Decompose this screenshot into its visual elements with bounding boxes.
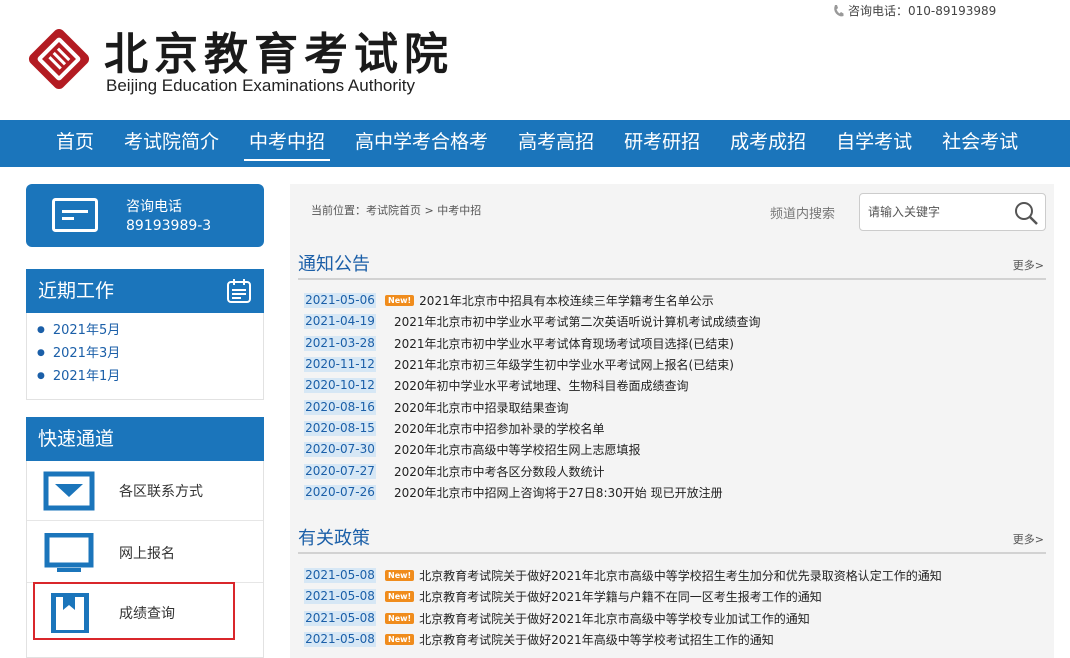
nav-home[interactable]: 首页 — [41, 120, 109, 167]
nav-high-school-exam[interactable]: 高中学考合格考 — [340, 120, 503, 167]
notice-list: 2021-05-06 New! 2021年北京市中招具有本校连续三年学籍考生名单… — [304, 290, 1044, 503]
logo-english-text: Beijing Education Examinations Authority — [106, 76, 416, 95]
nav-zhongkao[interactable]: 中考中招 — [234, 120, 340, 167]
list-item[interactable]: 2021-04-19 2021年北京市初中学业水平考试第二次英语听说计算机考试成… — [304, 311, 1044, 332]
quick-access-header: 快速通道 — [26, 417, 264, 461]
quick-item-online-registration[interactable]: 网上报名 — [27, 523, 263, 583]
highlight-box — [33, 582, 235, 640]
recent-work-item[interactable]: 2021年5月 — [27, 319, 263, 342]
hotline: 咨询电话：010-89193989 — [832, 2, 996, 19]
news-title[interactable]: 北京教育考试院关于做好2021年学籍与户籍不在同一区考生报考工作的通知 — [419, 588, 822, 605]
calendar-icon — [227, 279, 251, 303]
consult-phone-box: 咨询电话 89193989-3 — [26, 184, 264, 247]
logo-icon[interactable] — [24, 24, 94, 94]
news-title[interactable]: 北京教育考试院关于做好2021年北京市高级中等学校专业加试工作的通知 — [419, 610, 810, 627]
quick-access-title: 快速通道 — [38, 428, 115, 450]
notice-more-link[interactable]: 更多> — [1013, 257, 1044, 273]
nav-graduate-exam[interactable]: 研考研招 — [609, 120, 715, 167]
phone-label: 咨询电话 — [126, 199, 182, 215]
new-badge: New! — [385, 295, 415, 307]
list-item[interactable]: 2021-05-08 New! 北京教育考试院关于做好2021年高级中等学校考试… — [304, 629, 1044, 650]
news-date: 2021-05-08 — [304, 568, 376, 584]
hotline-text: 咨询电话：010-89193989 — [848, 4, 997, 18]
new-badge: New! — [385, 612, 415, 624]
recent-work-item[interactable]: 2021年1月 — [27, 365, 263, 388]
list-item[interactable]: 2021-03-28 2021年北京市初中学业水平考试体育现场考试项目选择(已结… — [304, 333, 1044, 354]
logo-chinese-text: 北京教育考试院 — [104, 29, 454, 80]
list-item[interactable]: 2020-07-27 2020年北京市中考各区分数段人数统计 — [304, 460, 1044, 481]
new-badge: New! — [385, 634, 415, 646]
recent-work-list: 2021年5月 2021年3月 2021年1月 — [26, 313, 264, 400]
news-title[interactable]: 2021年北京市初三年级学生初中学业水平考试网上报名(已结束) — [394, 356, 734, 373]
nav-gaokao[interactable]: 高考高招 — [503, 120, 609, 167]
new-badge: New! — [385, 591, 415, 603]
quick-item-district-contacts[interactable]: 各区联系方式 — [27, 461, 263, 521]
news-title[interactable]: 2021年北京市中招具有本校连续三年学籍考生名单公示 — [419, 292, 714, 309]
recent-work-header: 近期工作 — [26, 269, 264, 313]
news-title[interactable]: 2020年初中学业水平考试地理、生物科目卷面成绩查询 — [394, 377, 689, 394]
news-date: 2020-11-12 — [304, 357, 376, 373]
search-label: 频道内搜索 — [770, 207, 836, 222]
envelope-icon — [43, 471, 95, 511]
nav-adult-exam[interactable]: 成考成招 — [715, 120, 821, 167]
divider — [298, 278, 1046, 280]
news-title[interactable]: 2021年北京市初中学业水平考试体育现场考试项目选择(已结束) — [394, 335, 734, 352]
list-item[interactable]: 2020-11-12 2021年北京市初三年级学生初中学业水平考试网上报名(已结… — [304, 354, 1044, 375]
new-badge: New! — [385, 570, 415, 582]
news-date: 2020-07-27 — [304, 463, 376, 479]
list-item[interactable]: 2020-08-16 2020年北京市中招录取结果查询 — [304, 396, 1044, 417]
phone-icon — [834, 4, 844, 16]
news-date: 2021-05-08 — [304, 610, 376, 626]
nav-self-study-exam[interactable]: 自学考试 — [821, 120, 927, 167]
news-title[interactable]: 2020年北京市高级中等学校招生网上志愿填报 — [394, 441, 641, 458]
phone-card-icon — [52, 198, 98, 232]
search-icon[interactable] — [1013, 200, 1039, 226]
main-content: 当前位置：考试院首页 > 中考中招 频道内搜索 通知公告 更多> 2021-05… — [290, 184, 1054, 658]
news-date: 2021-05-08 — [304, 632, 376, 648]
main-nav: 首页 考试院简介 中考中招 高中学考合格考 高考高招 研考研招 成考成招 自学考… — [0, 120, 1070, 167]
news-title[interactable]: 北京教育考试院关于做好2021年北京市高级中等学校招生考生加分和优先录取资格认定… — [419, 567, 942, 584]
list-item[interactable]: 2020-07-30 2020年北京市高级中等学校招生网上志愿填报 — [304, 439, 1044, 460]
policy-section-title[interactable]: 有关政策 — [298, 524, 370, 550]
news-title[interactable]: 2020年北京市中招录取结果查询 — [394, 399, 569, 416]
site-header: 北京教育考试院 Beijing Education Examinations A… — [0, 0, 1070, 120]
news-date: 2021-05-08 — [304, 589, 376, 605]
news-date: 2021-03-28 — [304, 335, 376, 351]
news-title[interactable]: 2021年北京市初中学业水平考试第二次英语听说计算机考试成绩查询 — [394, 313, 761, 330]
monitor-icon — [44, 533, 94, 572]
phone-number: 89193989-3 — [126, 218, 212, 234]
nav-about[interactable]: 考试院简介 — [109, 120, 234, 167]
news-date: 2021-04-19 — [304, 314, 376, 330]
list-item[interactable]: 2020-08-15 2020年北京市中招参加补录的学校名单 — [304, 418, 1044, 439]
quick-item-label: 各区联系方式 — [119, 484, 203, 500]
recent-work-item[interactable]: 2021年3月 — [27, 342, 263, 365]
news-title[interactable]: 2020年北京市中招参加补录的学校名单 — [394, 420, 605, 437]
news-date: 2020-08-16 — [304, 399, 376, 415]
news-date: 2021-05-06 — [304, 293, 376, 309]
news-title[interactable]: 北京教育考试院关于做好2021年高级中等学校考试招生工作的通知 — [419, 631, 774, 648]
list-item[interactable]: 2021-05-08 New! 北京教育考试院关于做好2021年学籍与户籍不在同… — [304, 586, 1044, 607]
search-input[interactable] — [868, 203, 1008, 221]
nav-social-exam[interactable]: 社会考试 — [927, 120, 1033, 167]
quick-item-label: 网上报名 — [119, 546, 175, 562]
list-item[interactable]: 2021-05-08 New! 北京教育考试院关于做好2021年北京市高级中等学… — [304, 608, 1044, 629]
news-date: 2020-10-12 — [304, 378, 376, 394]
search-box — [859, 193, 1046, 231]
list-item[interactable]: 2020-07-26 2020年北京市中招网上咨询将于27日8:30开始 现已开… — [304, 482, 1044, 503]
notice-section-title[interactable]: 通知公告 — [298, 250, 370, 276]
news-title[interactable]: 2020年北京市中考各区分数段人数统计 — [394, 463, 605, 480]
news-date: 2020-07-30 — [304, 442, 376, 458]
policy-more-link[interactable]: 更多> — [1013, 531, 1044, 547]
news-date: 2020-08-15 — [304, 420, 376, 436]
list-item[interactable]: 2020-10-12 2020年初中学业水平考试地理、生物科目卷面成绩查询 — [304, 375, 1044, 396]
list-item[interactable]: 2021-05-06 New! 2021年北京市中招具有本校连续三年学籍考生名单… — [304, 290, 1044, 311]
divider — [298, 552, 1046, 554]
policy-list: 2021-05-08 New! 北京教育考试院关于做好2021年北京市高级中等学… — [304, 565, 1044, 650]
breadcrumb: 当前位置：考试院首页 > 中考中招 — [311, 204, 482, 217]
news-date: 2020-07-26 — [304, 484, 376, 500]
recent-work-title: 近期工作 — [38, 280, 115, 302]
list-item[interactable]: 2021-05-08 New! 北京教育考试院关于做好2021年北京市高级中等学… — [304, 565, 1044, 586]
news-title[interactable]: 2020年北京市中招网上咨询将于27日8:30开始 现已开放注册 — [394, 484, 723, 501]
